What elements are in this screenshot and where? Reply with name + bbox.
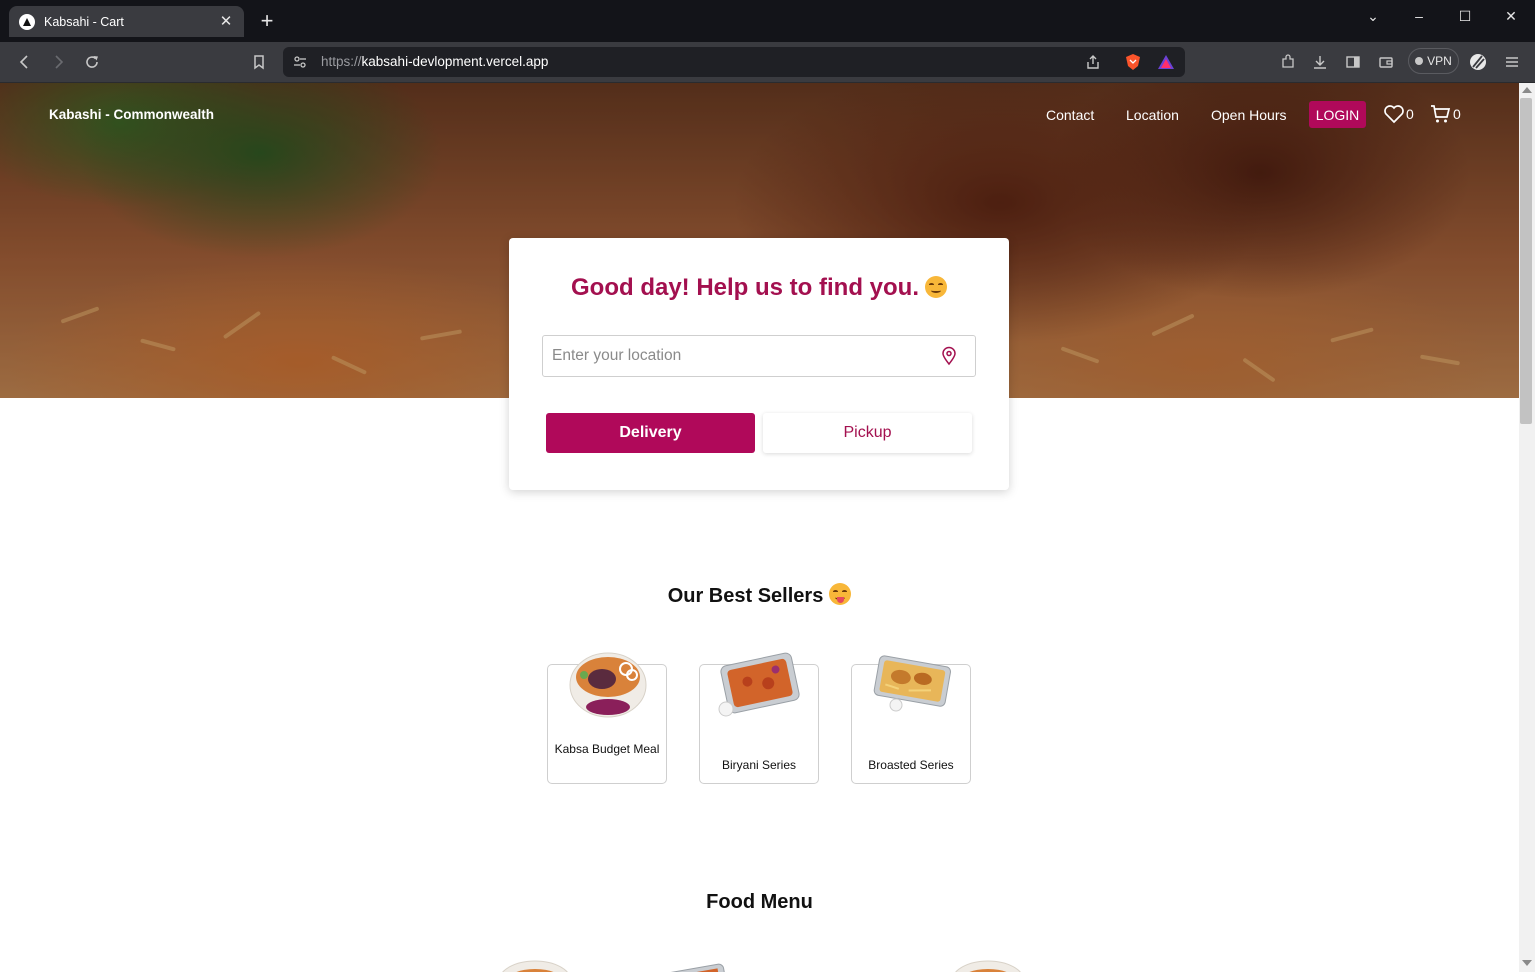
delivery-button[interactable]: Delivery bbox=[546, 413, 755, 453]
url-text[interactable]: https://kabsahi-devlopment.vercel.app bbox=[321, 54, 548, 69]
leo-ai-icon[interactable] bbox=[1468, 52, 1488, 72]
vpn-button[interactable]: VPN bbox=[1408, 48, 1459, 74]
tab-title: Kabsahi - Cart bbox=[44, 14, 124, 29]
food-menu-item-image[interactable] bbox=[800, 955, 880, 972]
yum-face-icon bbox=[829, 583, 852, 605]
food-menu-item-image[interactable] bbox=[495, 955, 575, 972]
smiling-face-icon bbox=[925, 276, 947, 298]
tab-search-icon[interactable]: ⌄ bbox=[1360, 8, 1386, 24]
nav-link-open-hours[interactable]: Open Hours bbox=[1211, 107, 1286, 123]
cart-icon bbox=[1431, 105, 1451, 123]
site-settings-icon[interactable] bbox=[290, 52, 310, 72]
reload-icon[interactable] bbox=[82, 52, 102, 72]
page-viewport: Kabashi - Commonwealth Contact Location … bbox=[0, 83, 1519, 972]
best-sellers-heading: Our Best Sellers bbox=[0, 583, 1519, 608]
location-input[interactable] bbox=[543, 336, 938, 376]
kabsa-bowl-image bbox=[569, 652, 647, 718]
location-card: Good day! Help us to find you. Delivery … bbox=[509, 238, 1009, 490]
site-navbar: Kabashi - Commonwealth Contact Location … bbox=[0, 83, 1519, 147]
best-seller-card-biryani[interactable]: Biryani Series bbox=[699, 652, 819, 784]
sidebar-icon[interactable] bbox=[1343, 52, 1363, 72]
login-button[interactable]: LOGIN bbox=[1309, 101, 1366, 128]
maximize-button[interactable]: ☐ bbox=[1452, 8, 1478, 24]
scrollbar-thumb[interactable] bbox=[1520, 98, 1532, 424]
broasted-tray-image bbox=[873, 655, 951, 712]
best-seller-name: Broasted Series bbox=[868, 758, 954, 772]
nav-link-contact[interactable]: Contact bbox=[1046, 107, 1094, 123]
best-seller-card-kabsa[interactable]: Kabsa Budget Meal bbox=[547, 652, 667, 784]
browser-toolbar: https://kabsahi-devlopment.vercel.app VP… bbox=[0, 42, 1535, 83]
food-menu-item-image[interactable] bbox=[948, 955, 1028, 972]
triangle-logo-icon bbox=[19, 13, 35, 30]
scroll-up-icon[interactable] bbox=[1522, 87, 1532, 93]
brand-name[interactable]: Kabashi - Commonwealth bbox=[49, 107, 214, 122]
best-seller-name: Kabsa Budget Meal bbox=[554, 742, 660, 756]
wishlist-button[interactable]: 0 bbox=[1383, 104, 1414, 124]
vpn-status-icon bbox=[1415, 57, 1424, 65]
scroll-down-icon[interactable] bbox=[1522, 960, 1532, 966]
food-menu-item-image[interactable] bbox=[652, 955, 732, 972]
food-menu-heading: Food Menu bbox=[706, 891, 813, 913]
location-field bbox=[542, 335, 976, 377]
share-icon[interactable] bbox=[1083, 52, 1103, 72]
close-tab-icon[interactable]: ✕ bbox=[218, 13, 234, 30]
forward-arrow-icon[interactable] bbox=[48, 52, 68, 72]
extensions-icon[interactable] bbox=[1278, 52, 1298, 72]
browser-tab-active[interactable]: Kabsahi - Cart ✕ bbox=[9, 6, 244, 37]
biryani-tray-image bbox=[718, 652, 800, 717]
vpn-label: VPN bbox=[1427, 54, 1452, 68]
wallet-icon[interactable] bbox=[1376, 52, 1396, 72]
location-card-title: Good day! Help us to find you. bbox=[509, 274, 1009, 302]
cart-count: 0 bbox=[1453, 106, 1461, 122]
heart-icon bbox=[1384, 105, 1404, 124]
cart-button[interactable]: 0 bbox=[1430, 104, 1461, 124]
close-window-button[interactable]: ✕ bbox=[1498, 8, 1524, 24]
bookmark-icon[interactable] bbox=[249, 52, 269, 72]
brave-rewards-icon[interactable] bbox=[1156, 52, 1176, 72]
address-bar[interactable]: https://kabsahi-devlopment.vercel.app bbox=[283, 47, 1185, 77]
download-icon[interactable] bbox=[1310, 52, 1330, 72]
best-seller-card-broasted[interactable]: Broasted Series bbox=[851, 655, 971, 784]
nav-link-location[interactable]: Location bbox=[1126, 107, 1179, 123]
location-pin-icon[interactable] bbox=[939, 346, 959, 366]
minimize-button[interactable]: – bbox=[1406, 8, 1432, 24]
browser-titlebar: Kabsahi - Cart ✕ + ⌄ – ☐ ✕ bbox=[0, 0, 1535, 42]
brave-shield-icon[interactable] bbox=[1123, 52, 1143, 72]
back-arrow-icon[interactable] bbox=[15, 52, 35, 72]
hamburger-menu-icon[interactable] bbox=[1502, 52, 1522, 72]
wishlist-count: 0 bbox=[1406, 106, 1414, 122]
best-seller-name: Biryani Series bbox=[721, 758, 797, 772]
new-tab-button[interactable]: + bbox=[256, 10, 278, 32]
pickup-button[interactable]: Pickup bbox=[763, 413, 972, 453]
